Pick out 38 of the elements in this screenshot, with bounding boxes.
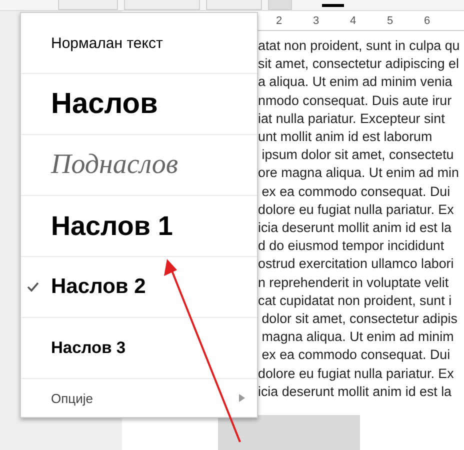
document-text-line: ex ea commodo consequat. Dui	[260, 346, 452, 364]
style-menu-item[interactable]: Наслов 3	[51, 338, 126, 358]
document-text-line: cat cupidatat non proident, sunt i	[258, 292, 453, 310]
document-text-line: n reprehenderit in voluptate velit	[258, 274, 450, 292]
ruler-number: 2	[274, 14, 284, 26]
ruler-number: 3	[312, 14, 320, 26]
document-text-line: magna aliqua. Ut enim ad minim	[260, 328, 455, 346]
document-text-line: a aliqua. Ut enim ad minim venia	[258, 73, 454, 92]
document-text-line: dolor sit amet, consectetur adipis	[260, 310, 458, 328]
document-text-line: ostrud exercitation ullamco labori	[258, 255, 455, 274]
style-menu-item[interactable]: Наслов	[51, 88, 158, 120]
style-dropdown[interactable]	[58, 0, 118, 10]
document-text-line: ipsum dolor sit amet, consectetu	[260, 146, 455, 164]
style-menu-item[interactable]: Опције	[51, 390, 93, 406]
bold-button[interactable]	[268, 0, 292, 10]
document-text-line: icia deserunt mollit anim id est la	[258, 382, 453, 401]
document-text-line: nmodo consequat. Duis aute irur	[258, 92, 453, 110]
document-text-line: iat nulla pariatur. Excepteur sint	[258, 110, 446, 128]
document-text-line: unt mollit anim id est laborum	[258, 128, 434, 146]
text-color-icon[interactable]	[322, 4, 344, 7]
document-text-line: icia deserunt mollit anim id est la	[258, 219, 453, 238]
style-menu-item[interactable]: Нормалан текст	[51, 34, 163, 52]
document-text-line: dolore eu fugiat nulla pariatur. Ex	[258, 200, 455, 219]
ruler-number: 4	[348, 14, 358, 26]
document-text-line: ore magna aliqua. Ut enim ad min	[258, 164, 460, 182]
document-text-line: atat non proident, sunt in culpa qu	[258, 37, 461, 55]
ruler-number: 6	[422, 14, 432, 26]
font-size-dropdown[interactable]	[206, 0, 262, 10]
document-text-line: sit amet, consectetur adipiscing el	[258, 55, 460, 74]
style-menu-item[interactable]: Поднаслов	[51, 149, 178, 181]
style-menu-item[interactable]: Наслов 2	[51, 275, 146, 299]
style-menu-item[interactable]: Наслов 1	[51, 210, 173, 242]
document-text-line: d do eiusmod tempor incididunt	[258, 237, 446, 256]
document-text-line: dolore eu fugiat nulla pariatur. Ex	[258, 364, 455, 383]
document-text-line: ex ea commodo consequat. Dui	[260, 182, 452, 201]
submenu-arrow-icon	[239, 394, 245, 402]
ruler-number: 5	[386, 14, 394, 26]
font-dropdown[interactable]	[124, 0, 200, 10]
